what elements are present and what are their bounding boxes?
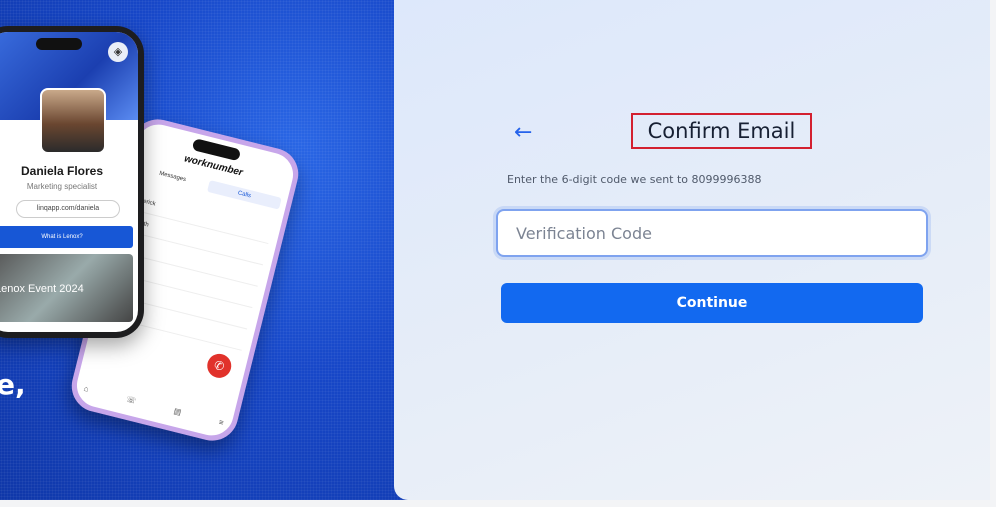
- instructions-text: Enter the 6-digit code we sent to 809999…: [507, 173, 762, 186]
- phone-icon: ☏: [125, 394, 138, 406]
- back-arrow-icon[interactable]: ←: [514, 122, 538, 144]
- profile-phone-screen: ◈ Daniela Flores Marketing specialist li…: [0, 32, 138, 332]
- profile-role: Marketing specialist: [26, 182, 98, 191]
- profile-link: linqapp.com/daniela: [16, 200, 120, 218]
- page: ◈ Daniela Flores Marketing specialist li…: [0, 0, 996, 500]
- profile-avatar: [40, 88, 106, 154]
- promo-panel: ◈ Daniela Flores Marketing specialist li…: [0, 0, 420, 500]
- end-call-icon: ✆: [204, 351, 234, 381]
- page-title: Confirm Email: [647, 119, 796, 143]
- confirm-email-panel: ← Confirm Email Enter the 6-digit code w…: [394, 0, 990, 500]
- dynamic-island: [36, 38, 82, 50]
- menu-icon: ≡: [217, 417, 225, 428]
- profile-phone-mockup: ◈ Daniela Flores Marketing specialist li…: [0, 26, 144, 338]
- profile-name: Daniela Flores: [20, 164, 104, 178]
- continue-button[interactable]: Continue: [501, 283, 923, 323]
- contacts-icon: ▤: [172, 406, 183, 417]
- home-icon: ⌂: [82, 383, 90, 394]
- verification-code-input[interactable]: [496, 209, 928, 257]
- brand-logo-icon: ◈: [108, 42, 128, 62]
- event-thumbnail: Lenox Event 2024: [0, 254, 133, 322]
- title-highlight: Confirm Email: [631, 113, 812, 149]
- phone-bottom-nav: ⌂ ☏ ▤ ≡: [82, 384, 225, 432]
- promo-headline: e,: [0, 368, 26, 401]
- what-is-lenox-button: What is Lenox?: [0, 226, 133, 248]
